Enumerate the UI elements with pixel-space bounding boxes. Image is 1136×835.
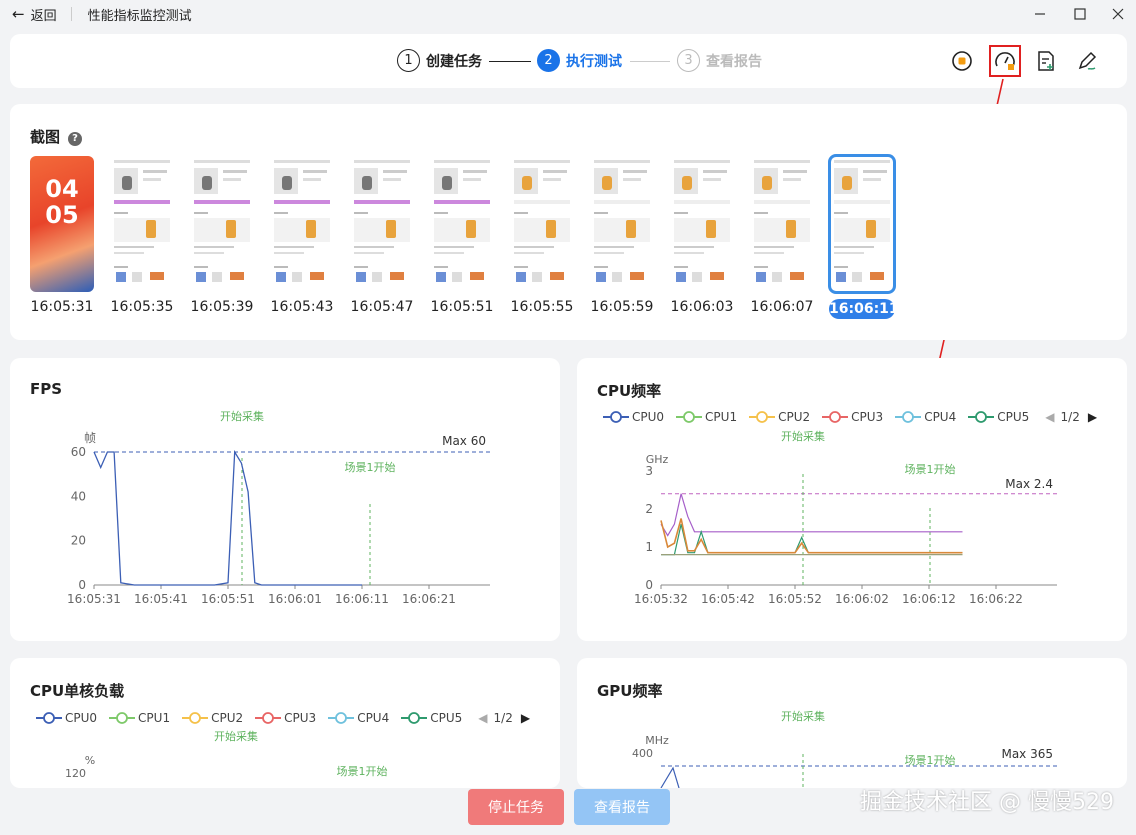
app-page-preview	[510, 156, 574, 292]
screenshot-time: 16:05:59	[590, 299, 654, 315]
y-tick-label: 2	[645, 502, 653, 516]
y-top: 400	[632, 747, 653, 760]
annot-scene: 场景1开始	[905, 462, 956, 476]
screenshot-time: 16:05:35	[110, 299, 174, 315]
annot-start: 开始采集	[781, 709, 825, 723]
app-page-preview	[350, 156, 414, 292]
help-icon[interactable]: ?	[68, 132, 83, 146]
screenshots-title: 截图?	[30, 126, 83, 147]
screenshot-time: 16:05:31	[30, 299, 94, 315]
app-page-preview	[750, 156, 814, 292]
app-page-preview	[670, 156, 734, 292]
app-page-preview	[590, 156, 654, 292]
screenshots-card: 截图? 04 05 16:05:31 16:05:35 16:05:39 16:05:43…	[10, 104, 1127, 340]
annot-start: 开始采集	[781, 429, 825, 443]
screenshot-time: 16:05:51	[430, 299, 494, 315]
screenshot-time: 16:06:07	[750, 299, 814, 315]
view-report-button[interactable]: 查看报告	[574, 789, 670, 825]
lock-minute: 05	[45, 201, 79, 229]
app-page-preview	[190, 156, 254, 292]
x-tick-label: 16:05:52	[768, 592, 822, 606]
y-tick-label: 20	[71, 534, 86, 548]
screenshot-thumbnail[interactable]	[828, 154, 896, 294]
screenshot-time: 16:05:55	[510, 299, 574, 315]
cpu-freq-panel: CPU频率 CPU0 CPU1 CPU2 CPU3 CPU4 CPU5 ◀ 1/2 ▶ 开始采集…	[577, 358, 1127, 641]
cpu-load-chart: 开始采集 % 场景1开始 120	[65, 729, 388, 780]
screenshot-time: 16:05:39	[190, 299, 254, 315]
cpu-load-panel: CPU单核负载 CPU0 CPU1 CPU2 CPU3 CPU4 CPU5 ◀ 1/2 ▶ 开始…	[10, 658, 560, 788]
x-tick-label: 16:06:11	[335, 592, 389, 606]
app-page-preview	[430, 156, 494, 292]
y-tick-label: 1	[645, 540, 653, 554]
screenshot-thumbnail[interactable]	[430, 156, 494, 292]
screenshot-thumbnail[interactable]	[270, 156, 334, 292]
annot-scene: 场景1开始	[905, 753, 956, 767]
annot-scene: 场景1开始	[345, 460, 396, 474]
fps-panel: FPS 开始采集 帧 Max 60 场景1开始 0 20 40 60 16:05:31 1…	[10, 358, 560, 641]
max-label: Max 2.4	[1005, 477, 1053, 491]
screenshot-thumbnail[interactable]	[350, 156, 414, 292]
fps-series	[93, 449, 362, 586]
y-tick-label: 60	[71, 445, 86, 459]
x-tick-label: 16:05:31	[67, 592, 121, 606]
lock-hour: 04	[45, 175, 79, 203]
gpu-panel: GPU频率 开始采集 MHz 400 Max 365 场景1开始	[577, 658, 1127, 788]
x-tick-label: 16:06:22	[969, 592, 1023, 606]
screenshot-time: 16:06:03	[670, 299, 734, 315]
watermark: 掘金技术社区 @ 慢慢529	[860, 790, 1114, 815]
screenshot-thumbnail[interactable]	[190, 156, 254, 292]
gpu-chart: 开始采集 MHz 400 Max 365 场景1开始	[632, 709, 1057, 788]
x-tick-label: 16:05:42	[701, 592, 755, 606]
x-tick-label: 16:06:12	[902, 592, 956, 606]
y-top: 120	[65, 767, 86, 780]
max-label: Max 365	[1001, 747, 1053, 761]
x-tick-label: 16:05:41	[134, 592, 188, 606]
screenshot-thumbnail[interactable]: 04 05	[30, 156, 94, 292]
fps-chart: 开始采集 帧 Max 60 场景1开始 0 20 40 60 16:05:31 16:05…	[67, 409, 490, 606]
annot-start: 开始采集	[214, 729, 258, 743]
y-tick-label: 3	[645, 464, 653, 478]
x-tick-label: 16:05:32	[634, 592, 688, 606]
screenshot-time: 16:06:11	[829, 299, 899, 319]
annot-start: 开始采集	[220, 409, 264, 423]
cpu-series	[660, 493, 963, 537]
screenshot-thumbnail[interactable]	[670, 156, 734, 292]
x-tick-label: 16:06:02	[835, 592, 889, 606]
lockscreen-clock: 04 05	[30, 176, 94, 228]
screenshot-time: 16:05:47	[350, 299, 414, 315]
screenshot-thumbnail[interactable]	[590, 156, 654, 292]
y-tick-label: 0	[645, 578, 653, 592]
app-page-preview	[270, 156, 334, 292]
x-tick-label: 16:06:21	[402, 592, 456, 606]
stop-task-button[interactable]: 停止任务	[468, 789, 564, 825]
app-page-preview	[110, 156, 174, 292]
y-unit: %	[85, 754, 95, 767]
screenshot-thumbnail[interactable]	[110, 156, 174, 292]
max-label: Max 60	[442, 434, 486, 448]
x-tick-label: 16:05:51	[201, 592, 255, 606]
screenshot-time: 16:05:43	[270, 299, 334, 315]
screenshot-thumbnail[interactable]	[750, 156, 814, 292]
x-tick-label: 16:06:01	[268, 592, 322, 606]
y-unit: MHz	[645, 734, 669, 747]
y-tick-label: 40	[71, 489, 86, 503]
y-unit: 帧	[84, 431, 96, 445]
cpu-freq-chart: 开始采集 GHz 场景1开始 Max 2.4 012316:05:32 16:05…	[634, 429, 1057, 606]
gpu-series	[660, 766, 680, 788]
screenshot-thumbnail[interactable]	[510, 156, 574, 292]
annot-scene: 场景1开始	[337, 764, 388, 778]
y-tick-label: 0	[78, 578, 86, 592]
app-page-preview	[830, 156, 894, 292]
